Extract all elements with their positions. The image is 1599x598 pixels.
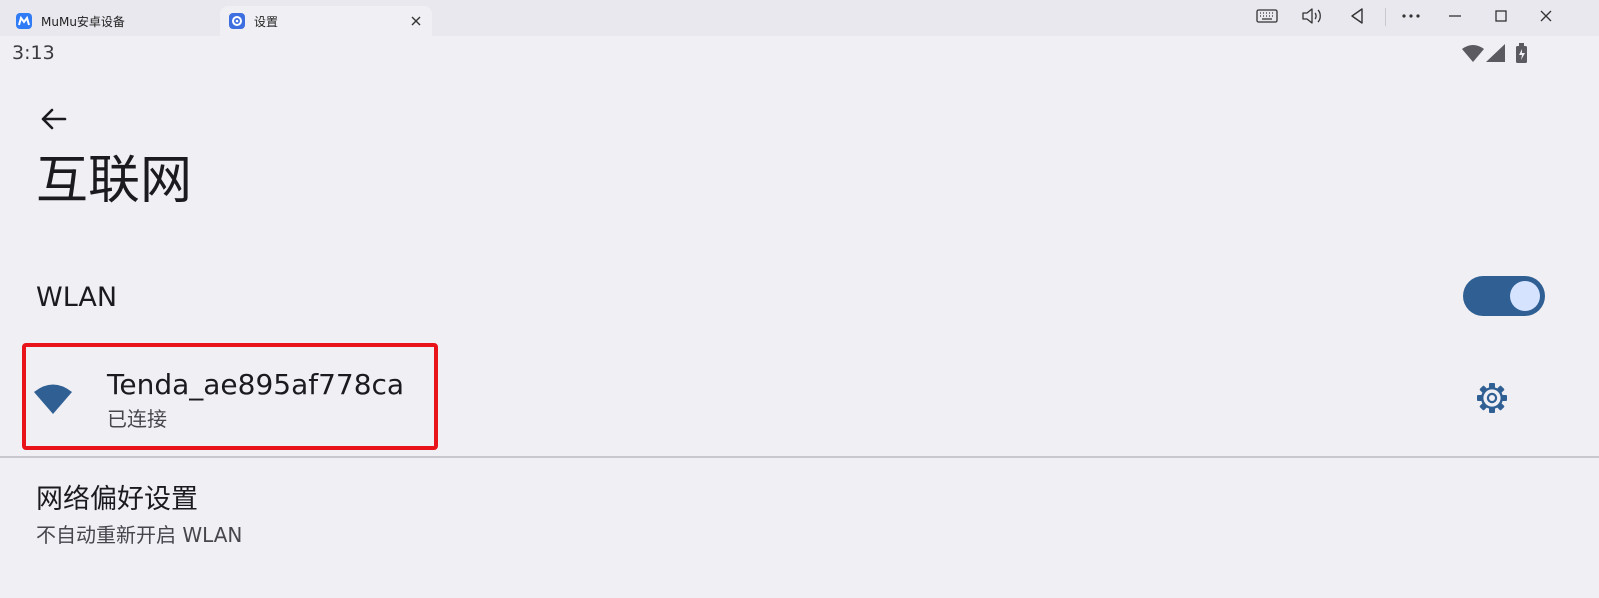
preferences-subtitle: 不自动重新开启 WLAN <box>36 523 243 547</box>
preferences-title: 网络偏好设置 <box>36 484 198 515</box>
battery-charging-icon <box>1516 43 1527 63</box>
close-tab-icon[interactable] <box>408 13 424 29</box>
tab-label: MuMu安卓设备 <box>41 14 125 29</box>
tab-label: 设置 <box>254 14 279 29</box>
settings-app-icon <box>229 13 245 29</box>
minimize-icon[interactable] <box>1441 4 1469 28</box>
back-arrow-button[interactable] <box>34 100 72 138</box>
section-divider <box>0 456 1599 458</box>
volume-icon[interactable] <box>1298 4 1326 28</box>
status-icons <box>1460 42 1540 66</box>
window-titlebar: MuMu安卓设备 设置 <box>0 0 1599 36</box>
wifi-signal-icon <box>1462 45 1484 62</box>
mumu-logo-icon <box>16 13 32 29</box>
tab-settings[interactable]: 设置 <box>220 6 432 36</box>
close-icon[interactable] <box>1532 4 1560 28</box>
wlan-label: WLAN <box>36 282 118 313</box>
back-arrow-icon <box>41 108 67 130</box>
keyboard-icon[interactable] <box>1253 4 1281 28</box>
tab-mumu-device[interactable]: MuMu安卓设备 <box>0 6 218 36</box>
status-time: 3:13 <box>12 42 55 64</box>
wlan-toggle[interactable] <box>1463 276 1545 316</box>
titlebar-divider <box>1385 8 1386 26</box>
cell-signal-icon <box>1486 44 1505 62</box>
network-settings-button[interactable] <box>1474 380 1510 416</box>
toggle-knob <box>1510 281 1540 311</box>
page-title: 互联网 <box>36 151 193 211</box>
highlight-annotation-box <box>22 343 438 450</box>
back-triangle-icon[interactable] <box>1343 4 1371 28</box>
more-icon[interactable] <box>1397 4 1425 28</box>
maximize-icon[interactable] <box>1487 4 1515 28</box>
gear-icon <box>1477 383 1507 413</box>
